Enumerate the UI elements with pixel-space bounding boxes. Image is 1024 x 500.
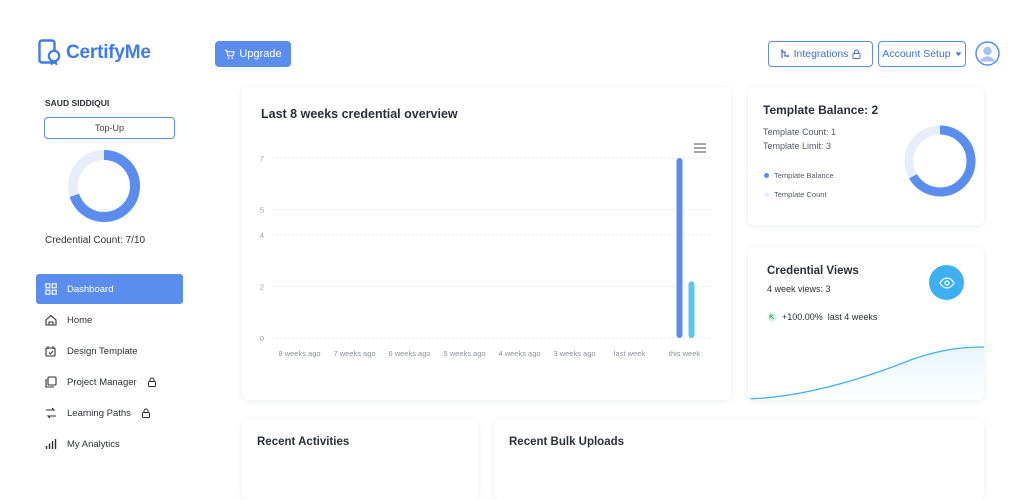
user-name: SAUD SIDDIQUI — [45, 98, 110, 108]
views-sparkline — [748, 346, 984, 400]
template-balance-card: Template Balance: 2 Template Count: 1 Te… — [748, 87, 984, 225]
sidebar-item-label: Project Manager — [67, 376, 137, 388]
account-setup-label: Account Setup — [882, 48, 951, 60]
y-tick-label: 0 — [260, 334, 264, 343]
certifyme-logo[interactable]: CertifyMe — [38, 39, 151, 67]
recent-bulk-uploads-title: Recent Bulk Uploads — [509, 436, 625, 448]
template-balance-donut — [904, 125, 976, 197]
y-tick-label: 2 — [260, 283, 264, 292]
chart-bar — [688, 281, 695, 338]
sidebar-item-dashboard[interactable]: Dashboard — [36, 274, 183, 304]
design-template-icon — [44, 345, 57, 358]
sidebar-item-label: Design Template — [67, 345, 138, 357]
week-views-text: 4 week views: 3 — [767, 284, 831, 294]
y-tick-label: 5 — [260, 205, 264, 214]
home-icon — [44, 314, 57, 327]
template-count-text: Template Count: 1 — [763, 127, 837, 137]
legend-template-count: Template Count — [764, 190, 827, 199]
upgrade-button[interactable]: Upgrade — [215, 41, 291, 67]
credential-overview-card: Last 8 weeks credential overview 024578 … — [242, 87, 731, 400]
legend-template-balance: Template Balance — [764, 171, 834, 180]
x-tick-label: this week — [669, 349, 701, 358]
legend-dot — [764, 192, 769, 197]
sidebar-nav: Dashboard Home Design Template Project M… — [36, 274, 183, 460]
sidebar-item-label: My Analytics — [67, 438, 120, 450]
x-tick-label: 5 weeks ago — [443, 349, 485, 358]
certificate-logo-icon — [38, 39, 61, 66]
sidebar-item-design-template[interactable]: Design Template — [36, 336, 183, 366]
view-credentials-button[interactable] — [929, 265, 964, 300]
x-tick-label: 7 weeks ago — [333, 349, 375, 358]
recent-bulk-uploads-card: Recent Bulk Uploads — [494, 420, 984, 500]
x-tick-label: 8 weeks ago — [278, 349, 320, 358]
account-setup-dropdown[interactable]: Account Setup — [878, 41, 966, 67]
integrations-button[interactable]: Integrations — [768, 41, 873, 67]
legend-dot — [764, 173, 769, 178]
integrations-icon — [780, 49, 789, 58]
credential-views-title: Credential Views — [767, 265, 859, 277]
integrations-label: Integrations — [793, 48, 849, 60]
template-limit-text: Template Limit: 3 — [763, 141, 832, 151]
lock-icon — [852, 49, 861, 59]
trend-text: last 4 weeks — [827, 312, 878, 322]
chart-bar — [676, 158, 683, 338]
x-tick-label: 6 weeks ago — [388, 349, 430, 358]
legend-label: Template Count — [774, 190, 827, 199]
dashboard-icon — [44, 283, 57, 296]
sidebar-item-home[interactable]: Home — [36, 305, 183, 335]
project-manager-icon — [44, 376, 57, 389]
recent-activities-title: Recent Activities — [257, 436, 350, 448]
credential-count-donut — [68, 150, 140, 222]
lock-icon — [147, 377, 156, 387]
sidebar-item-project-manager[interactable]: Project Manager — [36, 367, 183, 397]
lock-icon — [141, 408, 150, 418]
x-tick-label: 3 weeks ago — [553, 349, 595, 358]
logo-text: CertifyMe — [66, 42, 151, 63]
overview-bar-chart: 0 2 4 5 7 8 weeks ago 7 weeks ago 6 weeks ago 5 … — [260, 154, 712, 358]
user-avatar-icon[interactable] — [975, 41, 1000, 66]
trend-up-icon — [767, 312, 777, 322]
credential-count-text: Credential Count: 7/10 — [45, 235, 146, 246]
learning-paths-icon — [44, 407, 57, 420]
x-tick-label: last week — [614, 349, 646, 358]
sidebar-item-label: Home — [67, 314, 93, 326]
eye-icon — [938, 276, 955, 289]
sidebar-item-my-analytics[interactable]: My Analytics — [36, 429, 183, 459]
y-tick-label: 4 — [260, 231, 264, 240]
views-trend: +100.00% last 4 weeks — [767, 312, 877, 322]
recent-activities-card: Recent Activities — [242, 420, 478, 500]
sidebar-item-label: Dashboard — [67, 283, 114, 295]
trend-value: +100.00% — [782, 312, 823, 322]
sidebar-item-learning-paths[interactable]: Learning Paths — [36, 398, 183, 428]
credential-views-card: Credential Views 4 week views: 3 +100.00… — [748, 247, 984, 400]
y-tick-label: 7 — [260, 154, 264, 163]
sidebar-item-label: Learning Paths — [67, 407, 131, 419]
dashboard-page: CertifyMe Upgrade Integrations Account S… — [0, 0, 1024, 500]
cart-icon — [225, 49, 236, 59]
upgrade-label: Upgrade — [239, 48, 282, 60]
analytics-icon — [44, 438, 57, 451]
legend-label: Template Balance — [774, 171, 834, 180]
x-tick-label: 4 weeks ago — [498, 349, 540, 358]
topup-button[interactable]: Top-Up — [44, 117, 175, 139]
template-balance-title: Template Balance: 2 — [763, 103, 879, 117]
caret-down-icon — [955, 52, 962, 56]
